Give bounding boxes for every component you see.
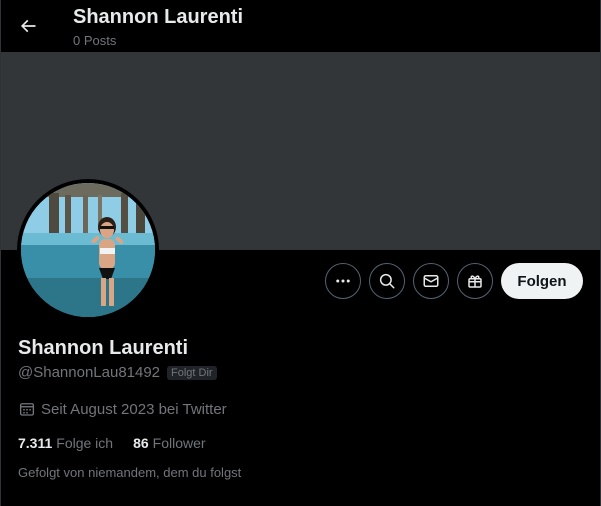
following-count: 7.311 xyxy=(18,435,53,451)
search-icon xyxy=(379,273,395,289)
profile-name: Shannon Laurenti xyxy=(18,337,188,359)
avatar-photo xyxy=(21,183,155,317)
profile-actions: Folgen xyxy=(325,263,583,299)
message-button[interactable] xyxy=(413,263,449,299)
subscribe-button[interactable] xyxy=(457,263,493,299)
joined-text: Seit August 2023 bei Twitter xyxy=(41,400,227,418)
back-button[interactable] xyxy=(11,9,45,43)
followed-by-text: Gefolgt von niemandem, dem du folgst xyxy=(18,465,242,480)
header-text: Shannon Laurenti 0 Posts xyxy=(73,5,243,49)
search-button[interactable] xyxy=(369,263,405,299)
following-link[interactable]: 7.311 Folge ich xyxy=(18,435,113,451)
followers-label: Follower xyxy=(152,435,206,451)
handle-row: @ShannonLau81492 Folgt Dir xyxy=(18,364,217,381)
avatar-illustration xyxy=(21,183,155,317)
arrow-left-icon xyxy=(20,19,36,33)
followers-link[interactable]: 86 Follower xyxy=(133,435,205,451)
envelope-icon xyxy=(423,275,439,287)
post-count: 0 Posts xyxy=(73,33,117,48)
profile-page: Shannon Laurenti 0 Posts Folgen Shannon … xyxy=(0,0,601,506)
following-label: Folge ich xyxy=(56,435,114,451)
follow-stats: 7.311 Folge ich 86 Follower xyxy=(18,435,226,451)
profile-handle: @ShannonLau81492 xyxy=(18,364,161,381)
follow-button[interactable]: Folgen xyxy=(501,263,583,299)
calendar-icon xyxy=(19,403,35,416)
top-bar: Shannon Laurenti 0 Posts xyxy=(1,0,600,52)
more-button[interactable] xyxy=(325,263,361,299)
followers-count: 86 xyxy=(133,435,149,451)
avatar[interactable] xyxy=(17,179,159,321)
follows-you-badge: Folgt Dir xyxy=(167,365,217,380)
more-icon xyxy=(336,279,350,283)
gift-icon xyxy=(468,275,482,288)
joined-date: Seit August 2023 bei Twitter xyxy=(18,400,227,418)
header-title: Shannon Laurenti xyxy=(73,6,243,28)
